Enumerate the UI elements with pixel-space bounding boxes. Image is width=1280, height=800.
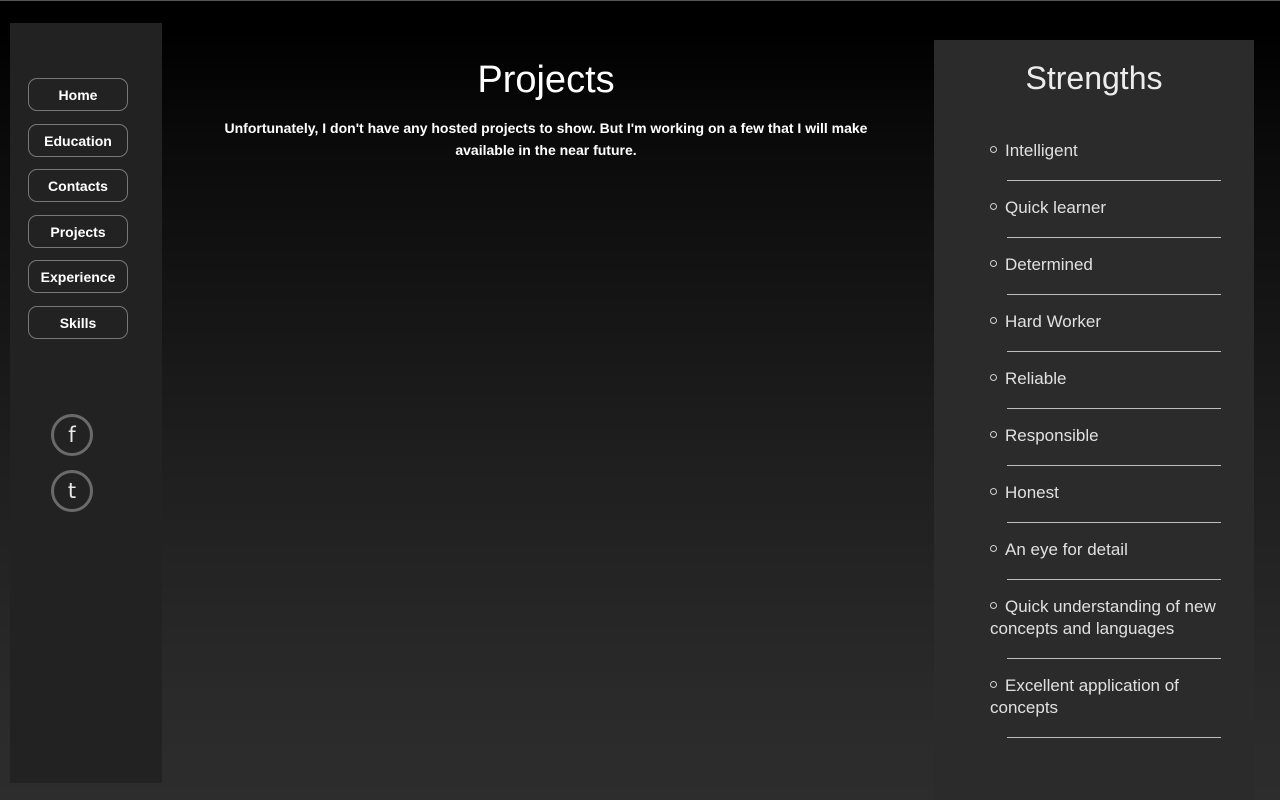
twitter-icon[interactable]: t xyxy=(51,470,93,512)
strength-item: Intelligent xyxy=(990,140,1221,181)
nav-skills-button[interactable]: Skills xyxy=(28,306,128,339)
strength-label: An eye for detail xyxy=(1005,540,1128,559)
strength-label: Quick understanding of new concepts and … xyxy=(990,597,1216,638)
bullet-icon xyxy=(990,681,997,688)
projects-description: Unfortunately, I don't have any hosted p… xyxy=(224,120,868,158)
strengths-panel: Strengths Intelligent Quick learner Dete… xyxy=(934,40,1254,800)
bullet-icon xyxy=(990,146,997,153)
nav-education-button[interactable]: Education xyxy=(28,124,128,157)
bullet-icon xyxy=(990,203,997,210)
nav-experience-button[interactable]: Experience xyxy=(28,260,128,293)
facebook-icon[interactable]: f xyxy=(51,414,93,456)
strength-label: Quick learner xyxy=(1005,198,1107,217)
strength-item: Hard Worker xyxy=(990,311,1221,352)
strength-label: Reliable xyxy=(1005,369,1067,388)
strength-label: Excellent application of concepts xyxy=(990,676,1179,717)
bullet-icon xyxy=(990,602,997,609)
strength-label: Hard Worker xyxy=(1005,312,1102,331)
strength-label: Intelligent xyxy=(1005,141,1078,160)
strength-item: Responsible xyxy=(990,425,1221,466)
bullet-icon xyxy=(990,545,997,552)
strength-label: Responsible xyxy=(1005,426,1099,445)
strength-item: Quick learner xyxy=(990,197,1221,238)
strength-item: An eye for detail xyxy=(990,539,1221,580)
strength-item: Excellent application of concepts xyxy=(990,675,1221,738)
strength-item: Honest xyxy=(990,482,1221,523)
strength-item: Quick understanding of new concepts and … xyxy=(990,596,1221,659)
strength-item: Reliable xyxy=(990,368,1221,409)
strength-label: Honest xyxy=(1005,483,1059,502)
page-title: Projects xyxy=(477,59,615,101)
bullet-icon xyxy=(990,374,997,381)
bullet-icon xyxy=(990,431,997,438)
bullet-icon xyxy=(990,260,997,267)
strengths-list: Intelligent Quick learner Determined Har… xyxy=(990,140,1221,754)
nav-projects-button[interactable]: Projects xyxy=(28,215,128,248)
bullet-icon xyxy=(990,317,997,324)
strengths-title: Strengths xyxy=(1025,60,1163,96)
strength-label: Determined xyxy=(1005,255,1093,274)
strength-item: Determined xyxy=(990,254,1221,295)
nav-contacts-button[interactable]: Contacts xyxy=(28,169,128,202)
left-sidebar: Home Education Contacts Projects Experie… xyxy=(10,23,162,783)
bullet-icon xyxy=(990,488,997,495)
